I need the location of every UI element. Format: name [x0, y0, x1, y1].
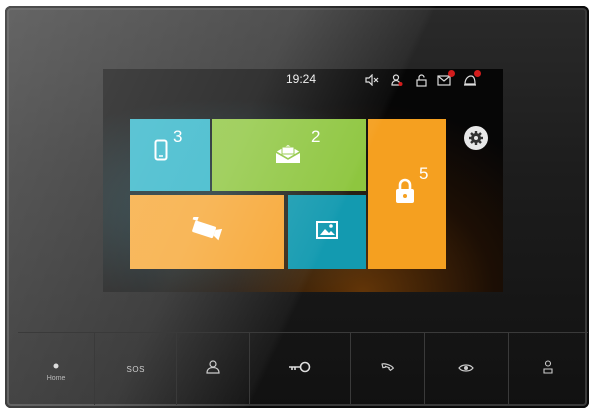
- eye-icon: [458, 360, 475, 378]
- intercom-button[interactable]: [509, 333, 588, 405]
- person-icon: [206, 359, 220, 379]
- phone-tile[interactable]: 3: [130, 119, 210, 191]
- lock-icon: [395, 178, 415, 209]
- alarm-icon[interactable]: [463, 70, 481, 87]
- monitor-button[interactable]: [177, 333, 250, 405]
- user-alert-icon[interactable]: [390, 73, 404, 87]
- home-icon: [52, 356, 60, 374]
- call-button[interactable]: [351, 333, 425, 405]
- clock: 19:24: [286, 72, 317, 86]
- intercom-monitor: 19:24 3 2 5 Home SOS: [5, 6, 589, 408]
- sos-label: SOS: [126, 364, 145, 374]
- gallery-tile[interactable]: [288, 195, 366, 269]
- camera-tile[interactable]: [130, 195, 284, 269]
- mail-badge: [448, 70, 455, 77]
- alarm-badge: [474, 70, 481, 77]
- camera-icon: [188, 214, 224, 248]
- messages-tile[interactable]: 2: [212, 119, 366, 191]
- intercom-icon: [543, 359, 553, 379]
- picture-icon: [316, 221, 338, 244]
- home-label: Home: [46, 375, 66, 382]
- key-icon: [288, 360, 312, 378]
- home-button[interactable]: Home: [18, 333, 96, 405]
- display-screen: 19:24 3 2 5: [103, 69, 503, 292]
- view-button[interactable]: [425, 333, 509, 405]
- button-bar: Home SOS: [18, 332, 588, 405]
- phone-icon: [154, 139, 168, 166]
- mail-count: 2: [311, 127, 321, 146]
- lock-tile[interactable]: 5: [368, 119, 446, 269]
- mail-icon[interactable]: [437, 70, 455, 87]
- settings-button[interactable]: [464, 126, 488, 150]
- mute-icon[interactable]: [365, 73, 379, 87]
- unlock-button[interactable]: [250, 333, 351, 405]
- phone-count: 3: [173, 127, 183, 146]
- status-bar: 19:24: [103, 69, 503, 91]
- unlock-icon[interactable]: [414, 73, 428, 87]
- lock-count: 5: [419, 164, 429, 183]
- gear-icon: [468, 130, 484, 146]
- handset-icon: [380, 360, 395, 378]
- envelope-icon: [274, 144, 302, 169]
- sos-button[interactable]: SOS: [95, 333, 178, 405]
